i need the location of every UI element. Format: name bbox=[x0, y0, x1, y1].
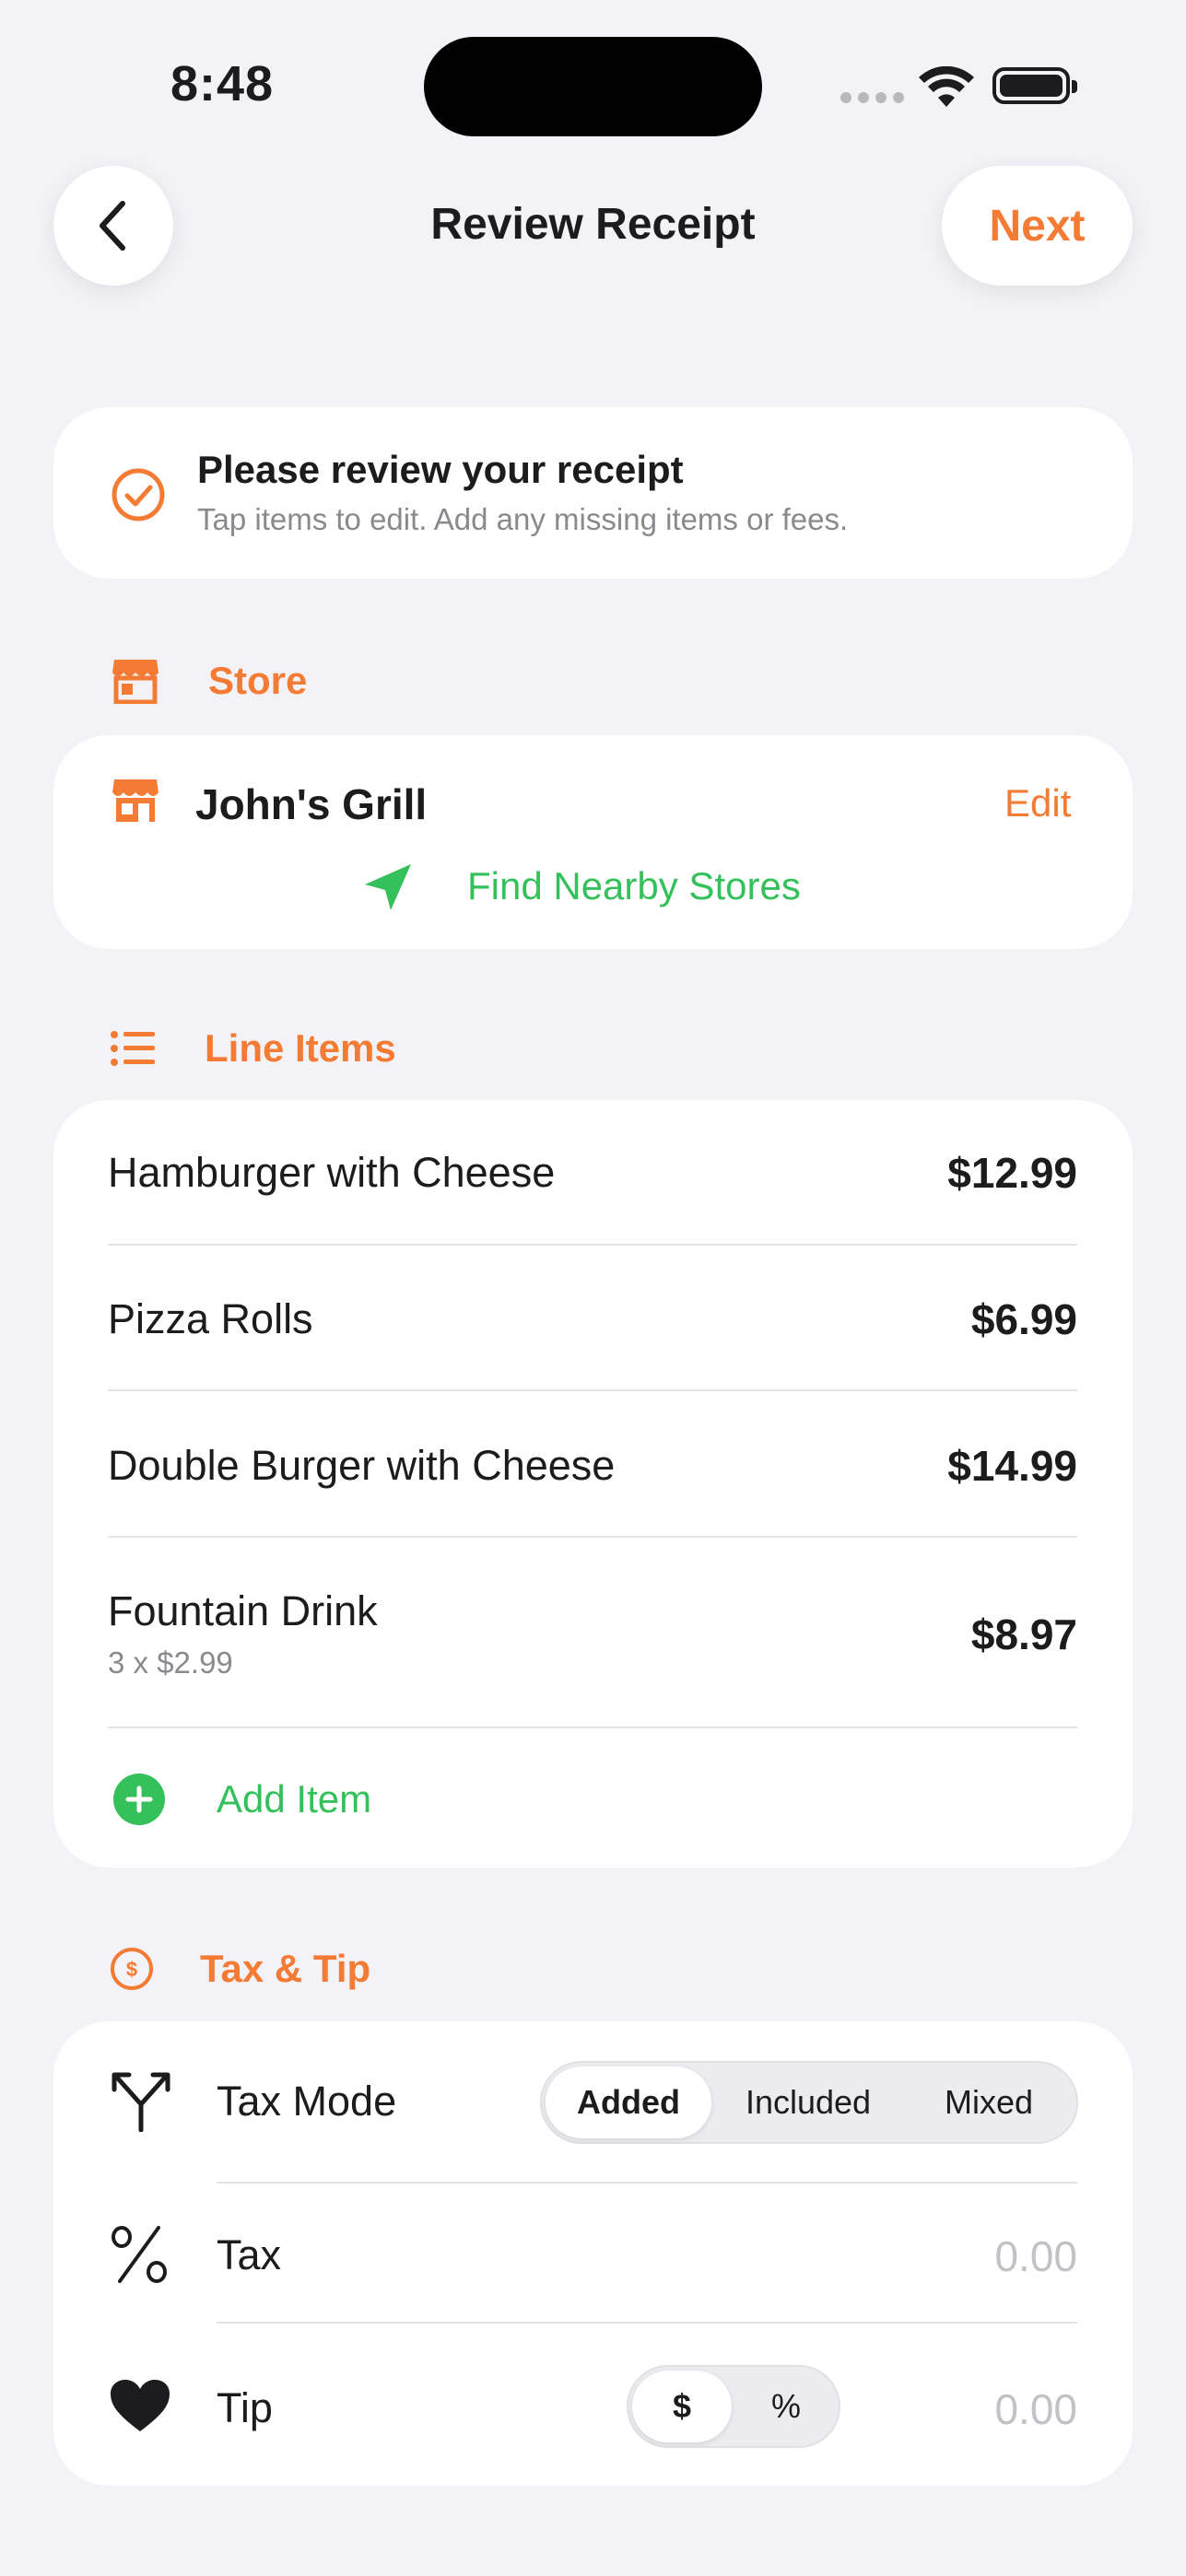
line-item-name[interactable]: Pizza Rolls bbox=[108, 1295, 313, 1343]
tax-label: Tax bbox=[217, 2231, 282, 2278]
tax-mode-segmented-control[interactable]: Added Included Mixed bbox=[540, 2061, 1078, 2144]
check-circle-icon bbox=[112, 468, 165, 521]
plus-circle-icon[interactable] bbox=[112, 1773, 166, 1826]
tip-label: Tip bbox=[217, 2384, 273, 2431]
tax-mode-option-mixed[interactable]: Mixed bbox=[901, 2063, 1076, 2142]
wifi-icon bbox=[919, 66, 974, 107]
add-item-button[interactable]: Add Item bbox=[217, 1777, 371, 1821]
heart-icon bbox=[111, 2380, 170, 2431]
list-icon bbox=[111, 1031, 155, 1066]
notice-title: Please review your receipt bbox=[197, 448, 684, 491]
line-item-price[interactable]: $8.97 bbox=[971, 1610, 1077, 1659]
line-item-price[interactable]: $12.99 bbox=[947, 1148, 1077, 1198]
line-item-detail: 3 x $2.99 bbox=[108, 1645, 233, 1680]
line-item-name[interactable]: Fountain Drink bbox=[108, 1587, 378, 1635]
split-arrows-icon bbox=[112, 2072, 170, 2132]
tax-mode-option-added[interactable]: Added bbox=[546, 2067, 711, 2138]
divider bbox=[108, 1389, 1077, 1391]
divider bbox=[108, 1536, 1077, 1538]
dollar-circle-icon: $ bbox=[111, 1948, 153, 1990]
tax-input[interactable]: 0.00 bbox=[994, 2231, 1077, 2281]
dynamic-island bbox=[424, 37, 762, 136]
tip-input[interactable]: 0.00 bbox=[994, 2384, 1077, 2434]
store-name[interactable]: John's Grill bbox=[195, 779, 427, 829]
svg-text:$: $ bbox=[126, 1958, 137, 1981]
line-item-name[interactable]: Double Burger with Cheese bbox=[108, 1442, 615, 1490]
percent-icon bbox=[112, 2226, 167, 2283]
find-nearby-stores-button[interactable]: Find Nearby Stores bbox=[467, 864, 801, 908]
line-item-name[interactable]: Hamburger with Cheese bbox=[108, 1149, 555, 1197]
divider bbox=[108, 1244, 1077, 1246]
next-button[interactable]: Next bbox=[942, 166, 1133, 286]
line-item-price[interactable]: $6.99 bbox=[971, 1294, 1077, 1344]
status-time: 8:48 bbox=[170, 56, 275, 111]
signal-dots-icon bbox=[840, 92, 904, 103]
divider bbox=[217, 2322, 1077, 2324]
divider bbox=[217, 2182, 1077, 2184]
tip-type-option-dollar[interactable]: $ bbox=[632, 2371, 732, 2442]
tax-mode-option-included[interactable]: Included bbox=[715, 2063, 901, 2142]
store-card bbox=[53, 735, 1133, 949]
storefront-icon bbox=[112, 779, 159, 822]
tax-mode-label: Tax Mode bbox=[217, 2078, 397, 2125]
store-section-label: Store bbox=[208, 659, 308, 702]
storefront-icon bbox=[112, 660, 159, 704]
line-items-section-label: Line Items bbox=[205, 1026, 396, 1070]
edit-store-button[interactable]: Edit bbox=[1004, 781, 1071, 825]
tip-type-option-percent[interactable]: % bbox=[735, 2367, 837, 2446]
battery-icon bbox=[992, 67, 1077, 104]
divider bbox=[108, 1727, 1077, 1728]
notice-subtitle: Tap items to edit. Add any missing items… bbox=[197, 502, 849, 536]
location-arrow-icon bbox=[365, 864, 411, 910]
tax-tip-section-label: Tax & Tip bbox=[200, 1947, 371, 1990]
line-item-price[interactable]: $14.99 bbox=[947, 1441, 1077, 1491]
review-notice-card bbox=[53, 407, 1133, 579]
tip-type-segmented-control[interactable]: $ % bbox=[627, 2365, 840, 2448]
